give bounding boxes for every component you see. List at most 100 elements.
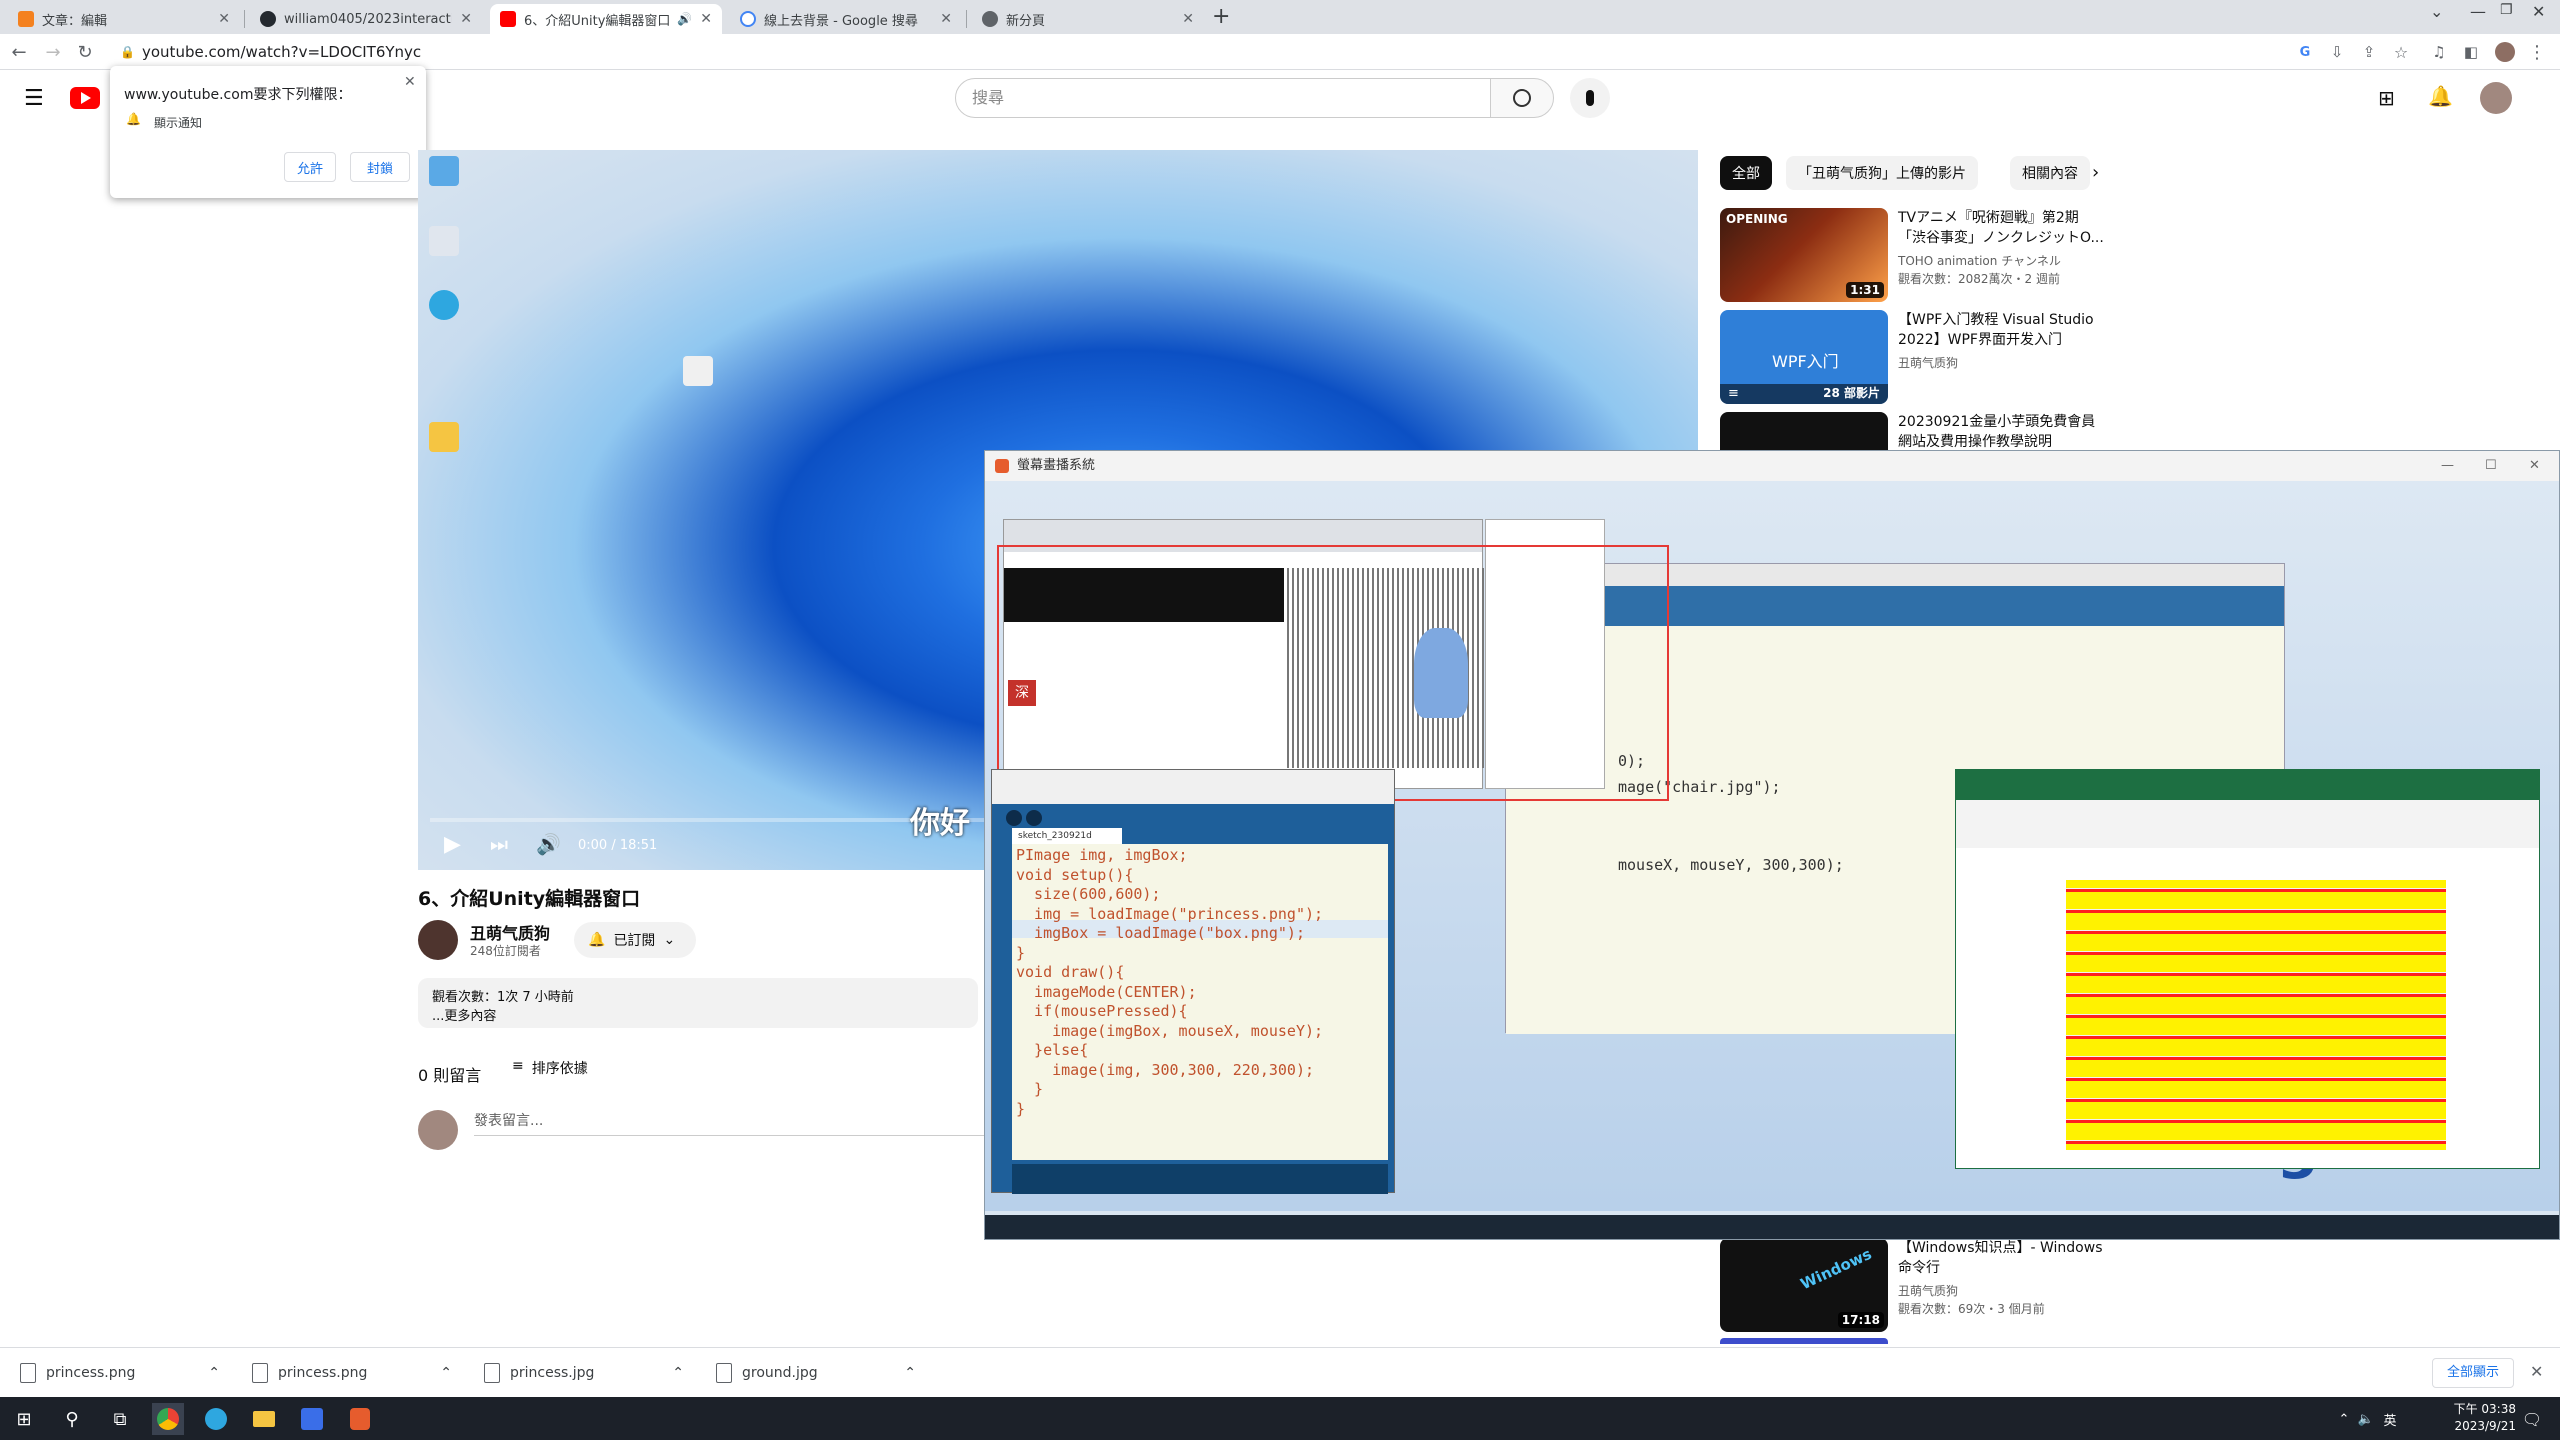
file-explorer-icon[interactable] [248, 1403, 280, 1435]
media-control-icon[interactable]: ♫ [2428, 41, 2450, 63]
search-icon[interactable]: ⚲ [56, 1403, 88, 1435]
ime-indicator[interactable]: 英 [2374, 1403, 2406, 1435]
thumbnail-badge: Windows [1797, 1244, 1875, 1294]
account-avatar[interactable] [2480, 82, 2512, 114]
close-shelf-icon[interactable]: ✕ [2530, 1362, 2543, 1381]
mute-tab-icon[interactable]: 🔊 [677, 12, 692, 26]
more-link[interactable]: ...更多內容 [432, 1005, 496, 1024]
chrome-menu-icon[interactable]: ⋮ [2526, 41, 2548, 63]
related-thumbnail[interactable] [1720, 412, 1888, 452]
related-title[interactable]: 【Windows知识点】- Windows [1898, 1238, 2103, 1258]
download-item[interactable]: princess.png ⌃ [0, 1348, 232, 1398]
related-title-line2[interactable]: 命令行 [1898, 1258, 1940, 1278]
close-tab-icon[interactable]: ✕ [218, 11, 230, 27]
close-tab-icon[interactable]: ✕ [1182, 11, 1194, 27]
screen-capture-window[interactable]: 螢幕畫播系統 — ☐ ✕ ograms 0); mage("chair.jpg"… [984, 450, 2560, 1240]
notifications-bell-icon[interactable]: 🔔 [2428, 84, 2453, 108]
bookmark-star-icon[interactable]: ☆ [2390, 41, 2412, 63]
download-item[interactable]: ground.jpg ⌃ [696, 1348, 928, 1398]
download-item[interactable]: princess.jpg ⌃ [464, 1348, 696, 1398]
download-item[interactable]: princess.png ⌃ [232, 1348, 464, 1398]
code-line: PImage img, imgBox; [1016, 846, 1188, 864]
chrome-taskbar-icon[interactable] [152, 1403, 184, 1435]
chevron-up-icon[interactable]: ⌃ [208, 1365, 220, 1381]
block-button[interactable]: 封鎖 [350, 152, 410, 182]
address-bar[interactable]: 🔒 youtube.com/watch?v=LDOCIT6Ynyc [118, 39, 2278, 65]
close-tab-icon[interactable]: ✕ [700, 11, 712, 27]
forward-arrow-icon[interactable]: → [42, 41, 64, 63]
profile-avatar[interactable] [2494, 41, 2516, 63]
related-thumbnail[interactable]: OPENING 1:31 [1720, 208, 1888, 302]
side-panel-icon[interactable]: ◧ [2460, 41, 2482, 63]
task-view-icon[interactable]: ⧉ [104, 1403, 136, 1435]
play-icon[interactable]: ▶ [444, 832, 461, 857]
chevron-up-icon[interactable]: ⌃ [440, 1365, 452, 1381]
chip-all[interactable]: 全部 [1720, 156, 1772, 190]
back-arrow-icon[interactable]: ← [8, 41, 30, 63]
lock-icon[interactable]: 🔒 [120, 39, 135, 65]
related-title[interactable]: 【WPF入门教程 Visual Studio [1898, 310, 2094, 330]
channel-avatar[interactable] [418, 920, 458, 960]
excel-ribbon [1956, 800, 2539, 848]
new-tab-button[interactable]: + [1212, 4, 1230, 29]
create-video-icon[interactable]: ⊞ [2378, 86, 2395, 110]
tab-github[interactable]: william0405/2023interaction: 2 ✕ [250, 4, 482, 34]
related-thumbnail[interactable]: Windows 17:18 [1720, 1238, 1888, 1332]
comment-input[interactable]: 發表留言... [474, 1110, 994, 1136]
tab-search-icon[interactable]: ⌄ [2430, 2, 2443, 21]
related-title[interactable]: 20230921金量小芋頭免費會員 [1898, 412, 2095, 432]
channel-name[interactable]: 丑萌气质狗 [470, 920, 550, 944]
minimize-button[interactable]: — [2470, 2, 2486, 21]
related-channel[interactable]: 丑萌气质狗 [1898, 1282, 1958, 1300]
tab-new-tab[interactable]: 新分頁 ✕ [972, 4, 1204, 34]
related-title[interactable]: TVアニメ『呪術廻戦』第2期 [1898, 208, 2079, 228]
related-thumbnail[interactable]: WPF入门 ≡ 28 部影片 [1720, 310, 1888, 404]
next-video-icon[interactable]: ⏭ [490, 832, 508, 856]
voice-search-button[interactable] [1570, 78, 1610, 118]
visual-studio-icon[interactable] [296, 1403, 328, 1435]
chevron-up-icon[interactable]: ⌃ [904, 1365, 916, 1381]
google-lens-icon[interactable]: G [2294, 41, 2316, 63]
show-all-button[interactable]: 全部顯示 [2432, 1358, 2515, 1388]
allow-button[interactable]: 允許 [284, 152, 336, 182]
close-popup-icon[interactable]: ✕ [404, 74, 416, 90]
edge-taskbar-icon[interactable] [200, 1403, 232, 1435]
code-line: } [1016, 1080, 1044, 1098]
chip-uploads[interactable]: 「丑萌气质狗」上傳的影片 [1786, 156, 1978, 190]
hamburger-menu-icon[interactable]: ☰ [24, 86, 44, 111]
maximize-button[interactable]: ☐ [2485, 451, 2497, 481]
close-button[interactable]: ✕ [2529, 451, 2540, 481]
system-clock[interactable]: 下午 03:38 2023/9/21 [2420, 1401, 2516, 1435]
related-channel[interactable]: TOHO animation チャンネル [1898, 252, 2061, 270]
chevron-right-icon[interactable]: › [2092, 162, 2099, 183]
notification-center-icon[interactable]: 🗨 [2516, 1403, 2548, 1435]
tab-article-edit[interactable]: 文章：編輯 ✕ [8, 4, 240, 34]
search-button[interactable] [1490, 78, 1554, 118]
ide-menubar [992, 786, 1394, 804]
related-title-line2[interactable]: 「渋谷事変」ノンクレジットO... [1898, 228, 2104, 248]
subscribed-button[interactable]: 🔔 已訂閱 ⌄ [574, 922, 696, 958]
close-window-button[interactable]: ✕ [2532, 2, 2545, 21]
chevron-up-icon[interactable]: ⌃ [672, 1365, 684, 1381]
sort-button[interactable]: ≡ 排序依據 [512, 1058, 588, 1078]
recorder-icon[interactable] [344, 1403, 376, 1435]
share-icon[interactable]: ⇪ [2358, 41, 2380, 63]
related-channel[interactable]: 丑萌气质狗 [1898, 354, 1958, 372]
close-tab-icon[interactable]: ✕ [940, 11, 952, 27]
close-tab-icon[interactable]: ✕ [460, 11, 472, 27]
install-app-icon[interactable]: ⇩ [2326, 41, 2348, 63]
related-title-line2[interactable]: 網站及費用操作教學說明 [1898, 432, 2052, 452]
restore-button[interactable]: ❐ [2500, 2, 2513, 18]
windows-start-icon[interactable]: ⊞ [8, 1403, 40, 1435]
chip-related[interactable]: 相關內容 [2010, 156, 2090, 190]
tab-google-search[interactable]: 線上去背景 - Google 搜尋 ✕ [730, 4, 962, 34]
volume-icon[interactable]: 🔊 [536, 832, 561, 856]
search-input[interactable]: 搜尋 [955, 78, 1491, 118]
youtube-logo[interactable] [70, 87, 100, 109]
permission-popup: www.youtube.com要求下列權限： ✕ 🔔 顯示通知 允許 封鎖 [110, 66, 426, 198]
related-title-line2[interactable]: 2022】WPF界面开发入门 [1898, 330, 2062, 350]
tab-youtube[interactable]: 6、介紹Unity編輯器窗口 - Y 🔊 ✕ [490, 4, 722, 34]
minimize-button[interactable]: — [2441, 451, 2454, 481]
reload-icon[interactable]: ↻ [74, 41, 96, 63]
description-box[interactable]: 觀看次數：1次 7 小時前 ...更多內容 [418, 978, 978, 1028]
